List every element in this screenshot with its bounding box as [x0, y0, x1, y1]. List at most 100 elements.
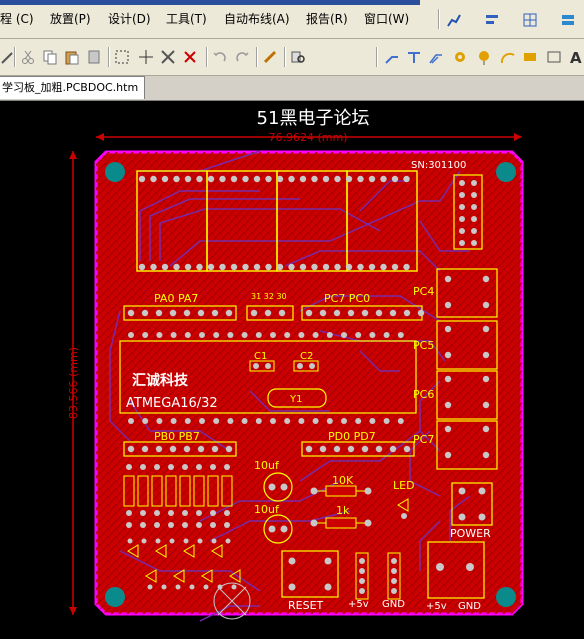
clipboard-icon[interactable] — [86, 49, 102, 65]
select-rect-icon[interactable] — [114, 49, 130, 65]
pad — [482, 301, 490, 309]
pad — [140, 464, 146, 470]
deselect-icon[interactable] — [160, 49, 176, 65]
pad — [471, 228, 477, 234]
pad — [482, 451, 490, 459]
cap-b-pad-2 — [280, 525, 288, 533]
pad — [270, 332, 276, 338]
diff-pair-icon[interactable] — [406, 49, 422, 65]
pad-icon[interactable] — [452, 49, 468, 65]
power-pad-4 — [478, 513, 486, 521]
res-1k-pad-1 — [310, 519, 318, 527]
pad — [312, 332, 319, 338]
menu-report[interactable]: 报告(R) — [306, 10, 348, 27]
pad — [224, 522, 230, 528]
pad — [230, 263, 238, 271]
pad — [333, 445, 341, 453]
menu-design[interactable]: 设计(D) — [108, 10, 151, 27]
pad — [347, 445, 355, 453]
polygon-icon[interactable] — [546, 49, 562, 65]
pad — [182, 522, 188, 528]
pad — [389, 309, 397, 317]
pad — [482, 401, 490, 409]
pencil-icon[interactable] — [262, 49, 278, 65]
grid-icon[interactable] — [522, 12, 538, 28]
paste-icon[interactable] — [64, 49, 80, 65]
pad — [322, 175, 330, 183]
menu-tools[interactable]: 工具(T) — [166, 10, 207, 27]
pad — [298, 418, 305, 424]
layers-icon[interactable] — [560, 12, 576, 28]
res-10k-pad-1 — [310, 487, 318, 495]
copy-icon[interactable] — [42, 49, 58, 65]
pad — [326, 418, 333, 424]
document-tab[interactable]: 学习板_加粗.PCBDOC.htm — [0, 76, 146, 99]
text-tool-icon[interactable]: A — [568, 49, 584, 65]
pad — [333, 309, 341, 317]
pad — [142, 332, 149, 338]
pad — [154, 522, 160, 528]
pad — [196, 510, 202, 516]
pad — [459, 228, 465, 234]
pad — [150, 263, 157, 271]
c1-pad-2 — [265, 363, 271, 369]
pad — [305, 309, 313, 317]
pad — [326, 332, 333, 338]
pad — [126, 522, 132, 528]
pad — [126, 510, 132, 516]
document-tabbar: 学习板_加粗.PCBDOC.htm — [0, 76, 584, 101]
menu-project[interactable]: 程 (C) — [0, 10, 34, 27]
pc-header-pads — [305, 309, 425, 317]
align-icon[interactable] — [484, 12, 500, 28]
menu-window[interactable]: 窗口(W) — [364, 10, 409, 27]
pad — [284, 418, 291, 424]
c2-pad-1 — [297, 363, 303, 369]
pad — [169, 538, 175, 544]
pad — [227, 332, 234, 338]
pad — [184, 175, 192, 183]
pad — [444, 325, 452, 333]
pad — [197, 538, 203, 544]
fill-icon[interactable] — [522, 49, 538, 65]
pad — [161, 584, 167, 590]
pa-label: PA0 PA7 — [154, 292, 198, 305]
cap-b-pad-1 — [268, 525, 276, 533]
pad — [141, 309, 149, 317]
width-dim-label: 76.9624 (mm) — [269, 131, 348, 144]
via-icon[interactable] — [476, 49, 492, 65]
reset-pad-2 — [324, 557, 332, 565]
vcc2-label: +5v — [426, 601, 447, 612]
menu-place[interactable]: 放置(P) — [50, 10, 91, 27]
route-icon[interactable] — [384, 49, 400, 65]
move-icon[interactable] — [138, 49, 154, 65]
pad — [391, 175, 399, 183]
pad — [482, 375, 490, 383]
chart-icon[interactable] — [446, 12, 462, 28]
vcc1-label: +5v — [348, 599, 369, 610]
redo-icon[interactable] — [234, 49, 250, 65]
arc-icon[interactable] — [500, 49, 516, 65]
pc4-label: PC4 — [413, 285, 434, 298]
pad — [368, 175, 376, 183]
pad — [219, 263, 226, 271]
pad — [417, 309, 425, 317]
component-search-icon[interactable] — [290, 49, 306, 65]
pad — [156, 332, 163, 338]
clear-icon[interactable] — [182, 49, 198, 65]
pcb-canvas[interactable]: 51黑电子论坛 76.9624 (mm) 83.566 (mm) SN:3011… — [0, 101, 584, 635]
multi-route-icon[interactable] — [428, 49, 444, 65]
menu-autoroute[interactable]: 自动布线(A) — [224, 10, 290, 27]
mounting-hole-tr — [496, 162, 516, 182]
pad — [444, 351, 452, 359]
gnd1-label: GND — [382, 599, 405, 610]
pad — [211, 445, 219, 453]
pad — [322, 263, 330, 271]
pad — [361, 309, 369, 317]
pad — [369, 418, 376, 424]
undo-icon[interactable] — [212, 49, 228, 65]
cap-b-label: 10uf — [254, 503, 280, 516]
pad — [224, 464, 230, 470]
menu-bar: 程 (C) 放置(P) 设计(D) 工具(T) 自动布线(A) 报告(R) 窗口… — [0, 0, 584, 39]
cut-icon[interactable] — [20, 49, 36, 65]
pad — [138, 175, 146, 183]
